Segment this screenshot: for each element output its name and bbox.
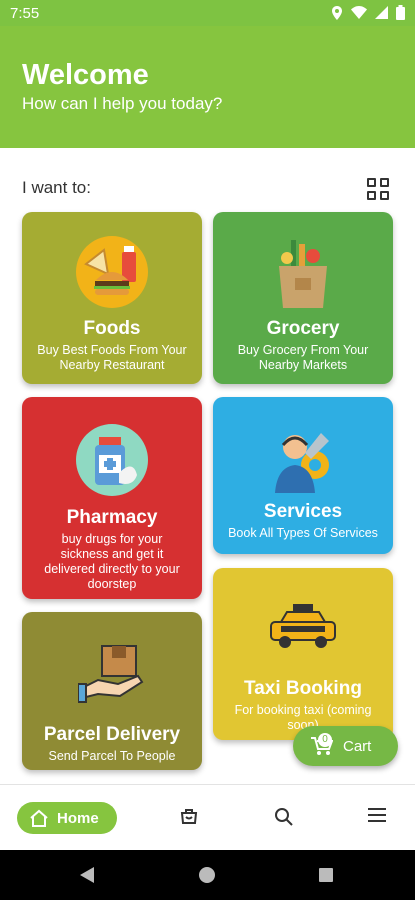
card-title: Foods: [83, 318, 141, 339]
taxi-icon: [270, 604, 336, 648]
status-time: 7:55: [10, 5, 40, 22]
card-title: Services: [263, 501, 343, 522]
orders-icon[interactable]: [180, 807, 198, 825]
grid-view-icon[interactable]: [367, 178, 389, 200]
cart-count-badge: 0: [318, 733, 332, 747]
back-icon[interactable]: [80, 867, 94, 883]
nav-home-button[interactable]: Home: [17, 802, 117, 834]
foods-icon: [76, 236, 148, 308]
card-description: Buy Grocery From Your Nearby Markets: [237, 343, 369, 372]
card-services[interactable]: Services Book All Types Of Services: [213, 397, 393, 554]
bottom-navigation: Home: [0, 784, 415, 850]
card-parcel-delivery[interactable]: Parcel Delivery Send Parcel To People: [22, 612, 202, 770]
wifi-icon: [351, 6, 367, 19]
card-title: Pharmacy: [66, 507, 158, 528]
menu-icon[interactable]: [368, 807, 386, 823]
page-subtitle: How can I help you today?: [22, 94, 223, 113]
card-foods[interactable]: Foods Buy Best Foods From Your Nearby Re…: [22, 212, 202, 384]
cart-label: Cart: [343, 737, 372, 755]
status-bar: 7:55: [0, 0, 415, 26]
card-taxi-booking[interactable]: Taxi Booking For booking taxi (coming so…: [213, 568, 393, 740]
home-circle-icon[interactable]: [199, 867, 215, 883]
search-icon[interactable]: [274, 807, 294, 827]
card-title: Parcel Delivery: [43, 724, 181, 745]
cart-button[interactable]: 0 Cart: [293, 726, 398, 766]
card-description: Buy Best Foods From Your Nearby Restaura…: [37, 343, 187, 372]
pharmacy-icon: [76, 424, 148, 496]
signal-icon: [375, 6, 388, 19]
home-icon: [30, 809, 48, 827]
welcome-header: Welcome How can I help you today?: [0, 26, 415, 148]
nav-home-label: Home: [57, 809, 99, 827]
card-title: Grocery: [266, 318, 340, 339]
status-icons: [331, 5, 405, 20]
card-description: Book All Types Of Services: [228, 526, 378, 540]
battery-icon: [396, 5, 405, 20]
card-pharmacy[interactable]: Pharmacy buy drugs for your sickness and…: [22, 397, 202, 599]
section-label: I want to:: [22, 178, 91, 197]
card-grocery[interactable]: Grocery Buy Grocery From Your Nearby Mar…: [213, 212, 393, 384]
services-icon: [275, 433, 329, 493]
parcel-icon: [78, 645, 144, 703]
card-description: Send Parcel To People: [48, 749, 176, 763]
recents-icon[interactable]: [319, 868, 333, 882]
location-icon: [332, 5, 342, 20]
system-navigation-bar: [0, 850, 415, 900]
card-title: Taxi Booking: [244, 678, 362, 699]
card-description: buy drugs for your sickness and get it d…: [44, 532, 180, 591]
grocery-bag-icon: [279, 240, 327, 308]
page-title: Welcome: [22, 59, 149, 91]
